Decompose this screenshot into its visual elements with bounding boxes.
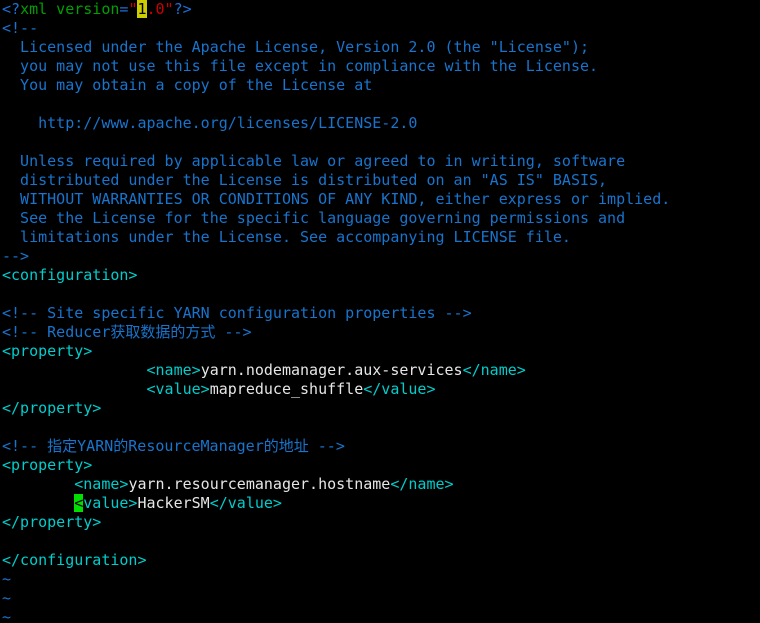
- xml-tag-token: </value>: [209, 494, 282, 512]
- editor-line[interactable]: <!-- Site specific YARN configuration pr…: [0, 304, 760, 323]
- editor-line[interactable]: [0, 418, 760, 437]
- editor-line[interactable]: WITHOUT WARRANTIES OR CONDITIONS OF ANY …: [0, 190, 760, 209]
- xml-tag-token: </property>: [2, 399, 102, 417]
- editor-line[interactable]: </property>: [0, 399, 760, 418]
- editor-line[interactable]: Unless required by applicable law or agr…: [0, 152, 760, 171]
- editor-line[interactable]: <name>yarn.resourcemanager.hostname</nam…: [0, 475, 760, 494]
- editor-line[interactable]: -->: [0, 247, 760, 266]
- element-content-token: yarn.nodemanager.aux-services: [200, 361, 463, 379]
- element-content-token: HackerSM: [137, 494, 210, 512]
- editor-line[interactable]: <property>: [0, 456, 760, 475]
- xml-tag-token: <value>: [2, 380, 210, 398]
- comment-token: -->: [2, 247, 30, 265]
- text-cursor[interactable]: 1: [137, 0, 147, 18]
- xml-tag-token: <property>: [2, 342, 93, 360]
- editor-line[interactable]: http://www.apache.org/licenses/LICENSE-2…: [0, 114, 760, 133]
- comment-token: You may obtain a copy of the License at: [2, 76, 373, 94]
- editor-line[interactable]: ~: [0, 608, 760, 623]
- xml-tag-token: </property>: [2, 513, 102, 531]
- editor-line[interactable]: [0, 133, 760, 152]
- comment-token: distributed under the License is distrib…: [2, 171, 608, 189]
- editor-line[interactable]: <value>mapreduce_shuffle</value>: [0, 380, 760, 399]
- editor-line[interactable]: distributed under the License is distrib…: [0, 171, 760, 190]
- editor-line[interactable]: See the License for the specific languag…: [0, 209, 760, 228]
- element-content-token: yarn.resourcemanager.hostname: [128, 475, 391, 493]
- comment-token: Unless required by applicable law or agr…: [2, 152, 626, 170]
- punctuation-token: <?: [2, 0, 21, 18]
- editor-line[interactable]: <name>yarn.nodemanager.aux-services</nam…: [0, 361, 760, 380]
- empty-line-tilde: ~: [2, 608, 12, 623]
- editor-line[interactable]: <value>HackerSM</value>: [0, 494, 760, 513]
- comment-token: <!-- 指定YARN的ResourceManager的地址 -->: [2, 437, 345, 455]
- comment-token: you may not use this file except in comp…: [2, 57, 599, 75]
- xml-tag-token: <name>: [2, 475, 129, 493]
- string-token: .0": [146, 0, 174, 18]
- comment-token: <!-- Site specific YARN configuration pr…: [2, 304, 472, 322]
- editor-line[interactable]: [0, 95, 760, 114]
- editor-line[interactable]: limitations under the License. See accom…: [0, 228, 760, 247]
- editor-line[interactable]: [0, 285, 760, 304]
- editor-line[interactable]: <!-- 指定YARN的ResourceManager的地址 -->: [0, 437, 760, 456]
- comment-token: See the License for the specific languag…: [2, 209, 626, 227]
- comment-token: limitations under the License. See accom…: [2, 228, 571, 246]
- empty-line-tilde: ~: [2, 570, 12, 588]
- xml-tag-token: value>: [83, 494, 138, 512]
- punctuation-token: ?>: [173, 0, 192, 18]
- editor-line[interactable]: </property>: [0, 513, 760, 532]
- editor-line[interactable]: Licensed under the Apache License, Versi…: [0, 38, 760, 57]
- terminal-editor-viewport[interactable]: <?xml version="1.0"?> <!-- Licensed under…: [0, 0, 760, 623]
- comment-token: <!--: [2, 19, 39, 37]
- editor-line[interactable]: <!--: [0, 19, 760, 38]
- xml-tag-token: <property>: [2, 456, 93, 474]
- comment-token: Licensed under the Apache License, Versi…: [2, 38, 589, 56]
- comment-token: http://www.apache.org/licenses/LICENSE-2…: [2, 114, 418, 132]
- editor-line[interactable]: ~: [0, 589, 760, 608]
- element-content-token: mapreduce_shuffle: [209, 380, 364, 398]
- xml-tag-token: </value>: [363, 380, 436, 398]
- xml-tag-token: </configuration>: [2, 551, 147, 569]
- editor-line[interactable]: <configuration>: [0, 266, 760, 285]
- editor-line[interactable]: you may not use this file except in comp…: [0, 57, 760, 76]
- editor-line[interactable]: <?xml version="1.0"?>: [0, 0, 760, 19]
- editor-line[interactable]: </configuration>: [0, 551, 760, 570]
- comment-token: WITHOUT WARRANTIES OR CONDITIONS OF ANY …: [2, 190, 671, 208]
- xml-tag-token: <configuration>: [2, 266, 138, 284]
- text-cursor[interactable]: <: [74, 494, 84, 512]
- empty-line-tilde: ~: [2, 589, 12, 607]
- attribute-token: xml version: [20, 0, 120, 18]
- editor-line[interactable]: <!-- Reducer获取数据的方式 -->: [0, 323, 760, 342]
- xml-tag-token: [2, 494, 74, 512]
- xml-tag-token: </name>: [390, 475, 454, 493]
- editor-line[interactable]: ~: [0, 570, 760, 589]
- xml-tag-token: </name>: [462, 361, 526, 379]
- comment-token: <!-- Reducer获取数据的方式 -->: [2, 323, 252, 341]
- editor-line[interactable]: You may obtain a copy of the License at: [0, 76, 760, 95]
- editor-line[interactable]: [0, 532, 760, 551]
- editor-line[interactable]: <property>: [0, 342, 760, 361]
- xml-tag-token: <name>: [2, 361, 201, 379]
